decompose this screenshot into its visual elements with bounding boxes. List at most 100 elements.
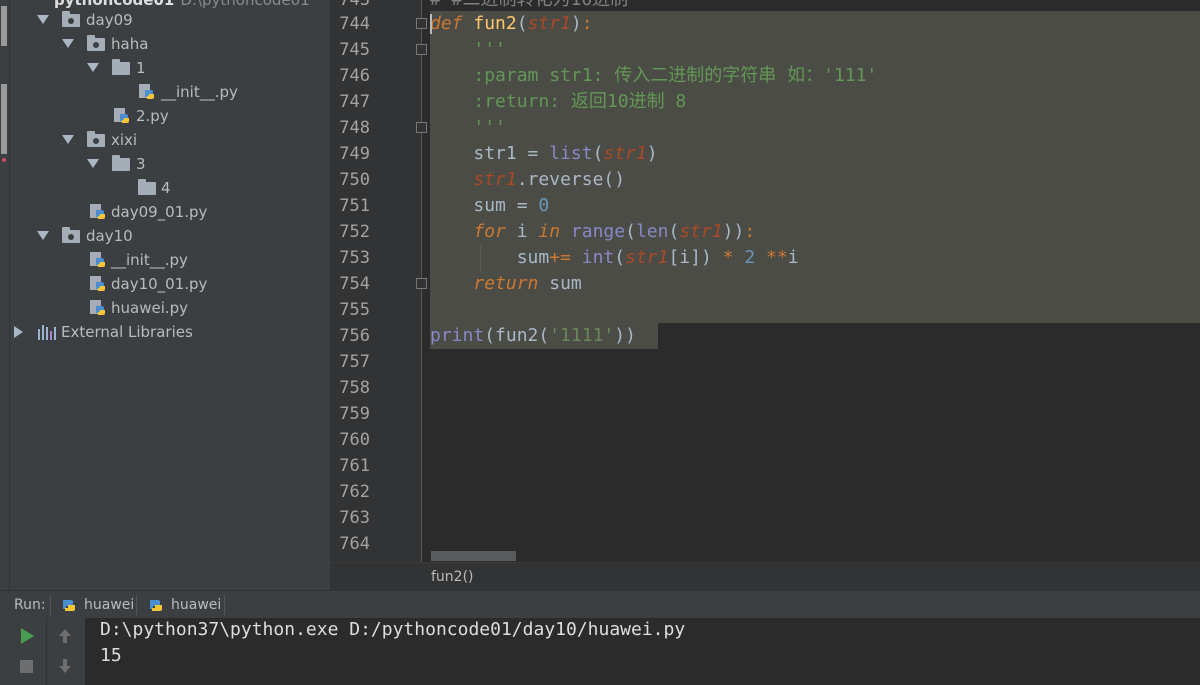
tree-item-folder-1[interactable]: 1 <box>10 56 330 80</box>
code-line-754: return sum <box>473 273 582 294</box>
folder-icon <box>112 59 130 75</box>
chevron-down-icon[interactable] <box>37 231 49 240</box>
rerun-icon[interactable] <box>19 627 35 645</box>
line-number: 759 <box>339 404 370 424</box>
chevron-down-icon[interactable] <box>62 135 74 144</box>
tree-item-folder-4[interactable]: 4 <box>10 176 330 200</box>
tree-item-day10-01-py[interactable]: day10_01.py <box>10 272 330 296</box>
code-line-752: for i in range(len(str1)): <box>473 221 756 242</box>
tree-item-external-libraries[interactable]: External Libraries <box>10 320 330 344</box>
arrow-up-icon[interactable] <box>57 628 73 644</box>
python-file-icon <box>90 276 105 291</box>
console-line-command: D:\python37\python.exe D:/pythoncode01/d… <box>100 619 686 640</box>
tree-item-label: huawei.py <box>111 299 189 317</box>
chevron-down-icon[interactable] <box>87 63 99 72</box>
tree-item-day09-01-py[interactable]: day09_01.py <box>10 200 330 224</box>
package-icon <box>62 227 80 243</box>
tree-item-day10-init-py[interactable]: __init__.py <box>10 248 330 272</box>
error-indicator-icon <box>2 158 6 162</box>
chevron-down-icon[interactable] <box>37 15 49 24</box>
python-file-icon <box>114 108 129 123</box>
tree-item-label: 2.py <box>136 107 169 125</box>
line-number: 747 <box>339 92 370 112</box>
line-number: 756 <box>339 326 370 346</box>
chevron-down-icon[interactable] <box>87 159 99 168</box>
tree-item-huawei-py[interactable]: huawei.py <box>10 296 330 320</box>
divider <box>136 595 137 615</box>
code-line-746: :param str1: 传入二进制的字符串 如：'111' <box>473 65 878 86</box>
tree-item-label: day09 <box>86 11 133 29</box>
code-line-744: def fun2(str1): <box>430 13 593 34</box>
tree-item-folder-3[interactable]: 3 <box>10 152 330 176</box>
line-number: 762 <box>339 482 370 502</box>
python-file-icon <box>63 600 75 611</box>
line-number: 763 <box>339 508 370 528</box>
tree-item-label: day10 <box>86 227 133 245</box>
line-number: 760 <box>339 430 370 450</box>
project-tool-tab[interactable] <box>1 6 7 46</box>
line-number: 751 <box>339 196 370 216</box>
code-line-750: str1.reverse() <box>473 169 626 190</box>
line-number: 754 <box>339 274 370 294</box>
horizontal-scrollbar[interactable] <box>431 551 516 561</box>
fold-marker-icon[interactable] <box>416 122 427 133</box>
fold-marker-icon[interactable] <box>416 18 427 29</box>
run-tab-huawei-2[interactable]: huawei <box>147 591 227 619</box>
line-number: 750 <box>339 170 370 190</box>
tree-item-xixi[interactable]: xixi <box>10 128 330 152</box>
chevron-down-icon[interactable] <box>62 39 74 48</box>
code-line-745: ''' <box>473 39 506 60</box>
breadcrumb: fun2() <box>330 562 1200 591</box>
structure-tool-tab[interactable] <box>1 84 7 154</box>
tree-item-label: 1 <box>136 59 146 77</box>
tree-item-day09[interactable]: day09 <box>10 8 330 32</box>
package-icon <box>62 11 80 27</box>
line-number: 749 <box>339 144 370 164</box>
code-line-756: print(fun2('1111')) <box>430 325 636 346</box>
python-file-icon <box>150 600 162 611</box>
python-file-icon <box>139 84 154 99</box>
code-line-748: ''' <box>473 117 506 138</box>
python-file-icon <box>90 300 105 315</box>
fold-marker-icon[interactable] <box>416 278 427 289</box>
chevron-right-icon[interactable] <box>14 326 23 338</box>
tree-item-label: __init__.py <box>161 83 238 101</box>
run-tab-label: huawei <box>171 597 222 613</box>
line-number: 748 <box>339 118 370 138</box>
run-tab-label: huawei <box>84 597 135 613</box>
libraries-icon <box>38 325 56 340</box>
tree-item-label: 3 <box>136 155 146 173</box>
stop-icon[interactable] <box>19 659 34 674</box>
code-line-749: str1 = list(str1) <box>473 143 658 164</box>
arrow-down-icon[interactable] <box>57 658 73 674</box>
code-line-751: sum = 0 <box>473 195 550 216</box>
folder-icon <box>138 179 156 195</box>
code-line-753: sum+= int(str1[i]) * 2 **i <box>516 247 799 268</box>
tree-item-label: 4 <box>161 179 171 197</box>
line-number: 746 <box>339 66 370 86</box>
line-number: 761 <box>339 456 370 476</box>
fold-marker-icon[interactable] <box>416 44 427 55</box>
tree-item-haha[interactable]: haha <box>10 32 330 56</box>
code-editor[interactable]: # #二进制转化为10进制 def fun2(str1): ''' :param… <box>422 0 1200 562</box>
tree-item-day10[interactable]: day10 <box>10 224 330 248</box>
tree-item-init-py[interactable]: __init__.py <box>10 80 330 104</box>
line-number: 757 <box>339 352 370 372</box>
package-icon <box>87 131 105 147</box>
console-output[interactable]: D:\python37\python.exe D:/pythoncode01/d… <box>85 618 1200 685</box>
run-label: Run: <box>14 597 46 613</box>
line-number: 745 <box>339 40 370 60</box>
run-tab-huawei[interactable]: huawei <box>60 591 140 619</box>
tool-window-strip <box>0 0 10 590</box>
text-caret <box>430 14 432 34</box>
breadcrumb-item[interactable]: fun2() <box>431 569 474 585</box>
divider <box>224 595 225 615</box>
tree-item-label: External Libraries <box>61 323 193 341</box>
code-line-747: :return: 返回10进制 8 <box>473 91 687 112</box>
tree-item-2-py[interactable]: 2.py <box>10 104 330 128</box>
console-line-output: 15 <box>100 645 122 666</box>
line-number: 758 <box>339 378 370 398</box>
tree-item-label: day09_01.py <box>111 203 208 221</box>
line-number: 753 <box>339 248 370 268</box>
python-file-icon <box>90 252 105 267</box>
